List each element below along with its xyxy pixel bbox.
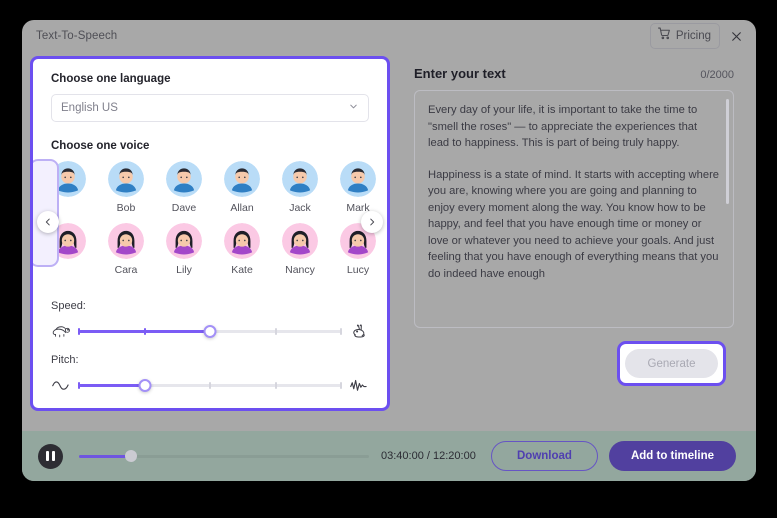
pricing-button[interactable]: Pricing <box>649 23 720 49</box>
voice-name: Kate <box>231 264 253 276</box>
text-to-speech-modal: Text-To-Speech Pricing Choose one langua… <box>22 20 756 481</box>
smooth-wave-icon <box>51 376 71 394</box>
modal-body: Choose one language English US Choose on… <box>22 52 756 431</box>
voice-name: Cara <box>114 264 138 276</box>
audio-player-bar: 03:40:00 / 12:20:00 Download Add to time… <box>22 431 756 481</box>
voice-name: Lily <box>176 264 192 276</box>
voice-item-nancy[interactable]: Nancy <box>271 223 329 285</box>
voice-row-female: Cara Lily Kate Nancy Lucy <box>39 223 390 285</box>
generate-button[interactable]: Generate <box>625 349 718 378</box>
language-select[interactable]: English US <box>51 94 369 122</box>
voice-name: Bob <box>116 202 136 214</box>
modal-title: Text-To-Speech <box>36 30 118 42</box>
voice-settings-panel: Choose one language English US Choose on… <box>30 56 390 411</box>
playback-track-fill <box>79 454 132 458</box>
carousel-next-button[interactable] <box>361 211 383 233</box>
speed-tick <box>78 327 80 335</box>
titlebar-actions: Pricing <box>649 23 746 49</box>
pitch-tick <box>274 381 277 389</box>
playback-time: 03:40:00 / 12:20:00 <box>381 450 476 462</box>
modal-titlebar: Text-To-Speech Pricing <box>22 20 756 52</box>
speed-slider-row <box>51 322 369 340</box>
download-button[interactable]: Download <box>490 441 598 471</box>
speed-slider[interactable] <box>78 324 342 338</box>
voice-name: Nancy <box>285 264 315 276</box>
voice-row-male: Bob Dave Allan Jack Mark <box>39 161 390 223</box>
voice-carousel-track: Bob Dave Allan Jack Mark Cara Lily Kate … <box>33 161 387 286</box>
close-icon <box>731 31 741 41</box>
voice-item-lily[interactable]: Lily <box>155 223 213 285</box>
voice-grid: Bob Dave Allan Jack Mark Cara Lily Kate … <box>39 161 390 285</box>
voice-item-lucy[interactable]: Lucy <box>329 223 387 285</box>
pitch-tick <box>340 381 342 389</box>
rabbit-icon <box>349 322 369 340</box>
voice-name: Dave <box>171 202 197 214</box>
voice-item-next-male[interactable] <box>387 161 390 223</box>
footer-actions: Download Add to timeline <box>490 441 736 471</box>
voice-name: Allan <box>230 202 254 214</box>
text-panel-title: Enter your text <box>414 66 506 81</box>
voice-name: Jack <box>289 202 311 214</box>
pitch-track-fill <box>79 383 145 387</box>
textarea-scrollbar[interactable] <box>726 99 729 204</box>
avatar <box>108 161 144 197</box>
avatar <box>282 161 318 197</box>
close-button[interactable] <box>726 26 746 46</box>
pause-icon <box>51 451 55 461</box>
speed-tick <box>340 327 342 335</box>
voice-item-next-female[interactable] <box>387 223 390 285</box>
avatar <box>282 223 318 259</box>
speed-tick <box>274 327 277 335</box>
pause-button[interactable] <box>38 443 63 469</box>
voice-carousel: Bob Dave Allan Jack Mark Cara Lily Kate … <box>33 159 387 286</box>
pause-icon <box>46 451 50 461</box>
speed-slider-thumb[interactable] <box>203 324 217 338</box>
voice-item-dave[interactable]: Dave <box>155 161 213 223</box>
text-paragraph-2: Happiness is a state of mind. It starts … <box>428 168 720 280</box>
avatar <box>166 223 202 259</box>
voice-item-jack[interactable]: Jack <box>271 161 329 223</box>
chevron-right-icon <box>370 218 375 226</box>
text-input-panel: Enter your text 0/2000 Every day of your… <box>400 52 756 431</box>
generate-focus-ring: Generate <box>617 341 726 386</box>
language-label: Choose one language <box>51 73 171 85</box>
speed-label: Speed: <box>51 300 86 312</box>
avatar <box>224 161 260 197</box>
voice-item-kate[interactable]: Kate <box>213 223 271 285</box>
generate-button-container: Generate <box>414 341 734 386</box>
add-to-timeline-button[interactable]: Add to timeline <box>608 441 736 471</box>
voice-item-allan[interactable]: Allan <box>213 161 271 223</box>
pitch-slider-row <box>51 376 369 394</box>
avatar <box>340 161 376 197</box>
pitch-slider[interactable] <box>78 378 342 392</box>
voice-item-cara[interactable]: Cara <box>97 223 155 285</box>
language-select-value: English US <box>61 102 118 114</box>
pitch-tick <box>78 381 80 389</box>
text-input-area[interactable]: Every day of your life, it is important … <box>414 90 734 328</box>
speed-control: Speed: <box>51 300 369 340</box>
pricing-label: Pricing <box>675 30 711 42</box>
voice-item-bob[interactable]: Bob <box>97 161 155 223</box>
shopping-cart-icon <box>657 27 671 45</box>
avatar <box>108 223 144 259</box>
carousel-prev-button[interactable] <box>37 211 59 233</box>
chevron-down-icon <box>348 99 359 117</box>
avatar <box>224 223 260 259</box>
pitch-label: Pitch: <box>51 354 79 366</box>
playback-thumb[interactable] <box>125 450 138 462</box>
chevron-left-icon <box>45 218 50 226</box>
avatar <box>166 161 202 197</box>
voice-name: Lucy <box>346 264 370 276</box>
jagged-waveform-icon <box>349 376 369 394</box>
voice-label: Choose one voice <box>51 140 150 152</box>
pitch-tick <box>209 381 211 389</box>
text-panel-header: Enter your text 0/2000 <box>414 66 734 81</box>
pitch-slider-thumb[interactable] <box>138 378 151 392</box>
pitch-control: Pitch: <box>51 354 369 394</box>
playback-progress-slider[interactable] <box>79 449 369 463</box>
text-paragraph-1: Every day of your life, it is important … <box>428 104 698 149</box>
speed-tick <box>143 327 146 335</box>
character-counter: 0/2000 <box>700 69 734 81</box>
turtle-icon <box>51 322 71 340</box>
